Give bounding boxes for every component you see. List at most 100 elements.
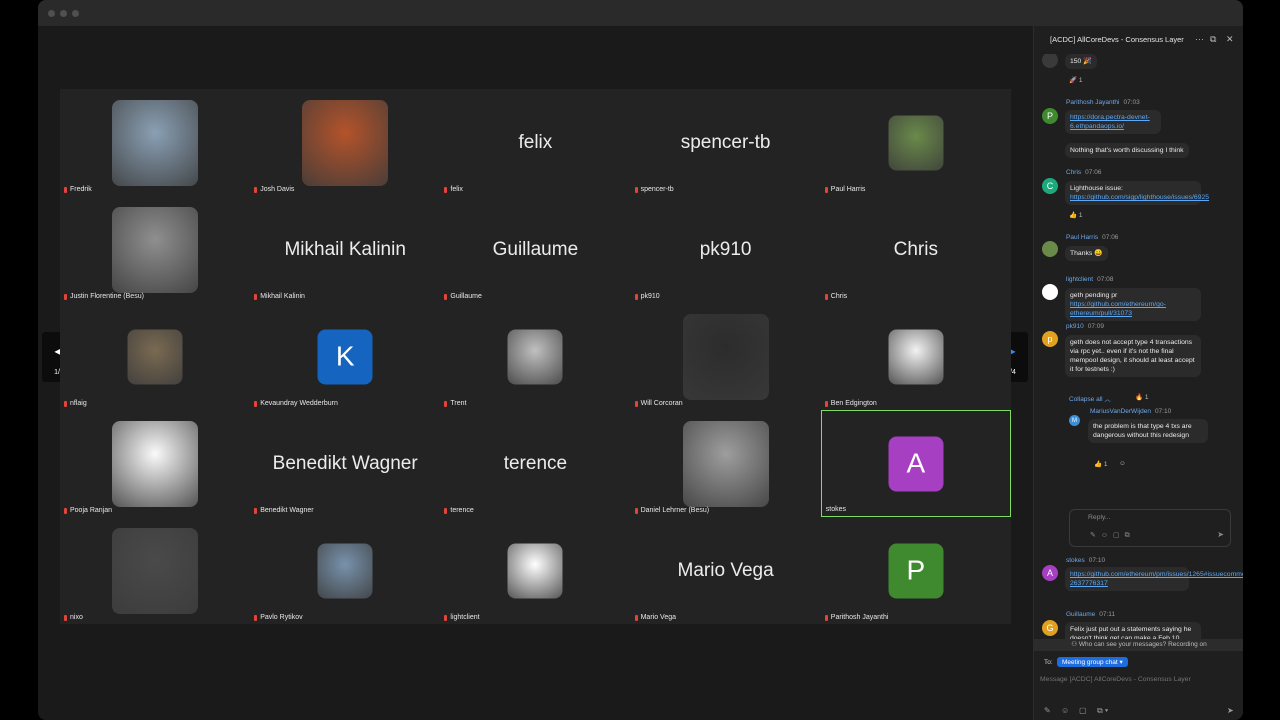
- minimize-window-button[interactable]: [60, 10, 67, 17]
- participant-name: Mikhail Kalinin: [260, 293, 305, 300]
- reaction[interactable]: 🔥 1: [1135, 393, 1149, 401]
- file-icon[interactable]: ▢: [1079, 706, 1087, 715]
- participant-name-label: stokes: [826, 506, 846, 513]
- participant-name: Ben Edgington: [830, 400, 877, 407]
- popout-icon[interactable]: ⧉: [1210, 34, 1216, 45]
- participant-tile[interactable]: Pavlo Rytikov: [250, 517, 440, 624]
- format-icon[interactable]: ✎: [1044, 706, 1051, 715]
- participant-tile[interactable]: Justin Florentine (Besu): [60, 196, 250, 303]
- participant-tile[interactable]: Mikhail Kalinin Mikhail Kalinin: [250, 196, 440, 303]
- participant-tile[interactable]: Daniel Lehrner (Besu): [631, 410, 821, 517]
- message-link[interactable]: https://github.com/sigp/lighthouse/issue…: [1070, 194, 1209, 201]
- mic-muted-icon: [254, 186, 258, 193]
- reaction[interactable]: 🚀 1: [1069, 76, 1083, 84]
- participant-tile[interactable]: Astokes: [820, 410, 1011, 517]
- mic-muted-icon: [444, 186, 448, 193]
- avatar: C: [1042, 178, 1058, 194]
- mic-muted-icon: [444, 293, 448, 300]
- participant-tile[interactable]: Ben Edgington: [821, 303, 1011, 410]
- collapse-thread-button[interactable]: Collapse all ︿: [1069, 393, 1111, 403]
- avatar: G: [1042, 620, 1058, 636]
- participant-display-name: Chris: [893, 238, 938, 260]
- participant-name: Chris: [830, 293, 848, 300]
- participant-display-name: felix: [518, 131, 553, 153]
- send-icon[interactable]: ➤: [1217, 530, 1224, 539]
- close-window-button[interactable]: [48, 10, 55, 17]
- participant-name-label: Pavlo Rytikov: [254, 614, 303, 621]
- participant-name: spencer-tb: [640, 186, 674, 193]
- participant-tile[interactable]: pk910 pk910: [631, 196, 821, 303]
- to-label: To:: [1044, 659, 1053, 666]
- participant-tile[interactable]: Paul Harris: [821, 89, 1011, 196]
- emoji-icon[interactable]: ☺: [1101, 532, 1113, 539]
- mic-muted-icon: [254, 293, 258, 300]
- mic-muted-icon: [254, 614, 258, 621]
- participant-name-label: Guillaume: [444, 293, 482, 300]
- participant-name-label: Trent: [444, 400, 466, 407]
- reply-input-box[interactable]: Reply... ✎☺▢⧉ ➤: [1069, 509, 1231, 547]
- participant-name-label: lightclient: [444, 614, 480, 621]
- participant-tile[interactable]: Will Corcoran: [631, 303, 821, 410]
- emoji-icon[interactable]: ☺: [1061, 706, 1069, 715]
- participant-display-name: terence: [503, 452, 568, 474]
- message-link[interactable]: https://github.com/ethereum/go-ethereum/…: [1070, 301, 1166, 317]
- participant-tile[interactable]: Benedikt Wagner Benedikt Wagner: [250, 410, 440, 517]
- avatar: [1042, 284, 1058, 300]
- message-link[interactable]: https://dora.pectra-devnet-6.ethpandaops…: [1070, 114, 1150, 130]
- format-icon[interactable]: ✎: [1090, 532, 1101, 539]
- zoom-window-button[interactable]: [72, 10, 79, 17]
- participant-name: Parithosh Jayanthi: [830, 614, 889, 621]
- privacy-notice[interactable]: ⚇ Who can see your messages? Recording o…: [1034, 639, 1243, 651]
- participant-name-label: Ben Edgington: [824, 400, 877, 407]
- mic-muted-icon: [254, 507, 258, 514]
- add-reaction-icon[interactable]: ☺: [1119, 460, 1126, 467]
- message-link[interactable]: https://github.com/ethereum/pm/issues/12…: [1070, 571, 1243, 587]
- message-input[interactable]: [1040, 672, 1236, 686]
- participant-tile[interactable]: Guillaume Guillaume: [440, 196, 630, 303]
- participant-name: felix: [450, 186, 463, 193]
- close-icon[interactable]: ✕: [1226, 34, 1234, 45]
- message-sender: stokes 07:10: [1066, 557, 1106, 564]
- participant-name-label: Fredrik: [64, 186, 92, 193]
- participant-name-label: pk910: [634, 293, 660, 300]
- participant-tile[interactable]: lightclient: [440, 517, 630, 624]
- participant-name: terence: [450, 507, 474, 514]
- file-icon[interactable]: ▢: [1113, 532, 1125, 539]
- participant-tile[interactable]: nflaig: [60, 303, 250, 410]
- avatar: K: [317, 329, 373, 384]
- participant-tile[interactable]: P Parithosh Jayanthi: [821, 517, 1011, 624]
- participant-name: nixo: [70, 614, 83, 621]
- participant-tile[interactable]: Chris Chris: [821, 196, 1011, 303]
- mic-muted-icon: [634, 614, 638, 621]
- message-bubble: Felix just put out a statements saying h…: [1065, 622, 1201, 639]
- avatar: [682, 420, 769, 507]
- screenshot-icon[interactable]: ⧉: [1125, 532, 1135, 539]
- participant-tile[interactable]: Mario Vega Mario Vega: [631, 517, 821, 624]
- recipient-dropdown[interactable]: Meeting group chat ▾: [1057, 657, 1128, 667]
- mic-muted-icon: [64, 400, 67, 407]
- participant-tile[interactable]: Trent: [440, 303, 630, 410]
- participant-display-name: Guillaume: [492, 238, 579, 260]
- participant-tile[interactable]: Josh Davis: [250, 89, 440, 196]
- message-bubble: geth does not accept type 4 transactions…: [1065, 335, 1201, 377]
- participant-tile[interactable]: Pooja Ranjan: [60, 410, 250, 517]
- participant-tile[interactable]: Fredrik: [60, 89, 250, 196]
- chat-messages: 150 🎉 🚀 1 P Parithosh Jayanthi 07:03 http…: [1034, 54, 1243, 639]
- participant-display-name: spencer-tb: [680, 131, 771, 153]
- screenshot-icon[interactable]: ⧉ ▾: [1097, 706, 1108, 716]
- avatar: p: [1042, 331, 1058, 347]
- participant-tile[interactable]: nixo: [60, 517, 250, 624]
- participant-tile[interactable]: felix felix: [440, 89, 630, 196]
- reaction[interactable]: 👍 1: [1094, 460, 1108, 468]
- participant-tile[interactable]: terence terence: [440, 410, 630, 517]
- mic-muted-icon: [64, 186, 67, 193]
- send-icon[interactable]: ➤: [1227, 706, 1234, 715]
- more-icon[interactable]: ···: [1195, 34, 1204, 44]
- participant-name: stokes: [825, 506, 847, 513]
- participant-name: Josh Davis: [260, 186, 295, 193]
- participant-tile[interactable]: K Kevaundray Wedderburn: [250, 303, 440, 410]
- reaction[interactable]: 👍 1: [1069, 211, 1083, 219]
- participant-name-label: Pooja Ranjan: [64, 507, 112, 514]
- mic-muted-icon: [824, 400, 828, 407]
- participant-tile[interactable]: spencer-tb spencer-tb: [631, 89, 821, 196]
